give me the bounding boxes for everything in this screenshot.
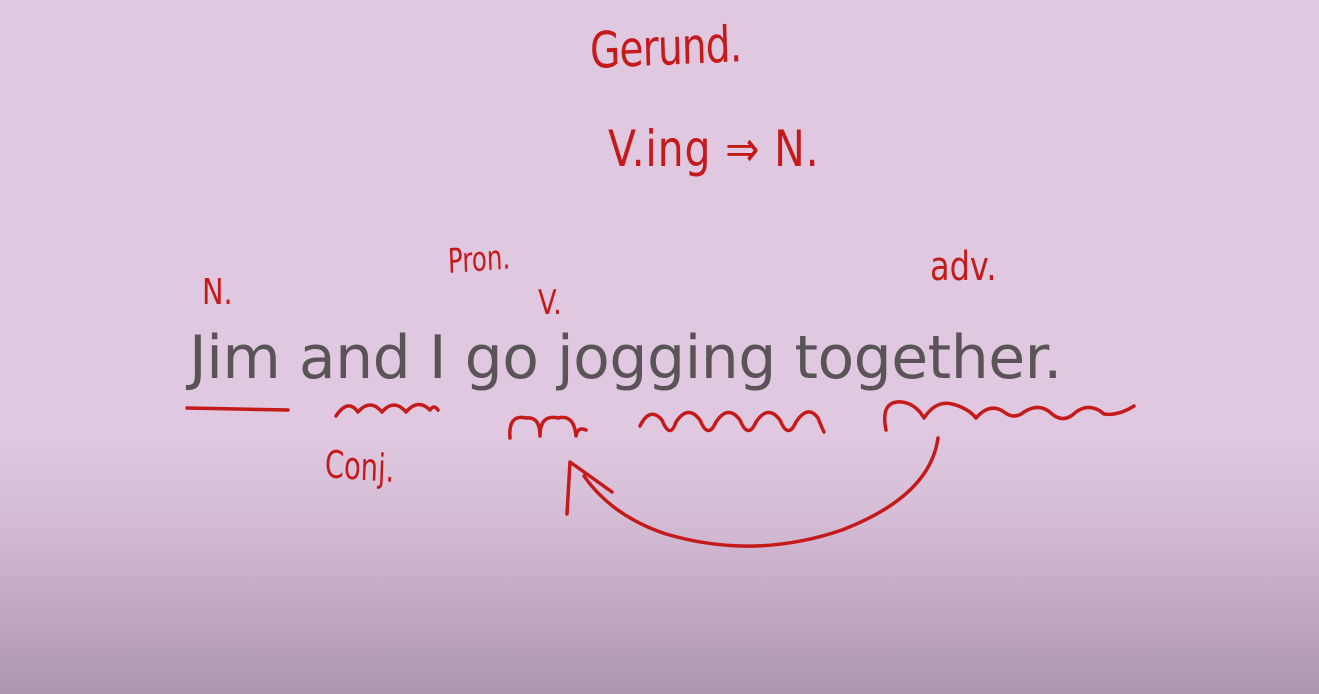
underline-jim xyxy=(185,406,290,412)
scallop-underline-go xyxy=(508,415,588,440)
modifies-arrow-curve xyxy=(582,436,940,548)
modifies-arrow-head xyxy=(565,460,614,516)
scallop-underline-jogging xyxy=(638,410,826,434)
wavy-underline-together xyxy=(883,400,1136,432)
wavy-underline-and xyxy=(334,402,440,418)
annotation-marks xyxy=(185,400,1136,548)
